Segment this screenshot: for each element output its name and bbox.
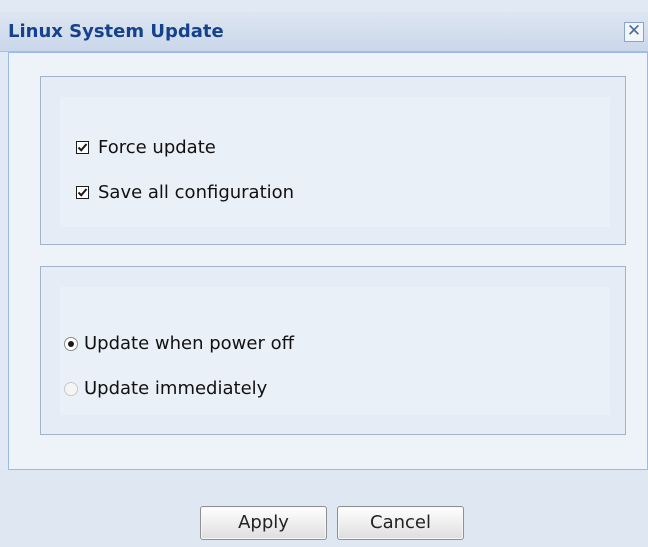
linux-system-update-dialog: Linux System Update ✕ Force update Save … — [0, 0, 648, 547]
update-mode-group: Update when power off Update immediately — [40, 266, 626, 435]
dialog-titlebar: Linux System Update ✕ — [0, 12, 648, 52]
update-immediately-option[interactable]: Update immediately — [64, 378, 267, 399]
dialog-content: Force update Save all configuration Upda… — [8, 52, 648, 470]
apply-button[interactable]: Apply — [200, 506, 327, 540]
force-update-option[interactable]: Force update — [76, 137, 216, 158]
update-mode-panel: Update when power off Update immediately — [60, 287, 610, 415]
update-immediately-label: Update immediately — [84, 378, 268, 399]
update-immediately-radio[interactable] — [64, 381, 78, 396]
save-config-label: Save all configuration — [98, 182, 295, 203]
dialog-footer: Apply Cancel — [0, 470, 648, 547]
radio-selected-dot — [68, 340, 74, 347]
save-config-checkbox[interactable] — [76, 186, 89, 199]
update-power-off-label: Update when power off — [84, 333, 295, 354]
update-options-panel: Force update Save all configuration — [60, 97, 610, 227]
update-options-group: Force update Save all configuration — [40, 76, 626, 245]
close-icon[interactable]: ✕ — [624, 22, 644, 42]
checkmark-icon — [77, 188, 88, 197]
checkmark-icon — [77, 143, 88, 152]
dialog-title: Linux System Update — [8, 21, 224, 42]
force-update-label: Force update — [98, 137, 216, 158]
update-power-off-option[interactable]: Update when power off — [64, 333, 294, 354]
update-power-off-radio[interactable] — [64, 336, 78, 351]
force-update-checkbox[interactable] — [76, 141, 89, 154]
save-config-option[interactable]: Save all configuration — [76, 182, 294, 203]
cancel-button[interactable]: Cancel — [337, 506, 464, 540]
